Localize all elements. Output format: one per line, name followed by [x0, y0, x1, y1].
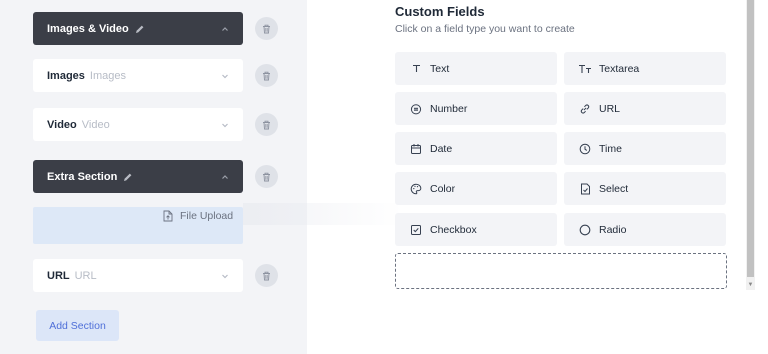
trash-icon: [263, 120, 270, 129]
field-type-label: Date: [430, 142, 453, 155]
field-type-label: Text: [430, 62, 450, 75]
add-section-button[interactable]: Add Section: [36, 310, 119, 341]
field-type-radio[interactable]: Radio: [564, 213, 726, 246]
field-type-url[interactable]: URL: [564, 92, 726, 125]
checkbox-icon: [409, 224, 423, 236]
delete-section-button[interactable]: [255, 165, 278, 188]
trash-icon: [263, 71, 270, 80]
field-type-time[interactable]: Time: [564, 132, 726, 165]
section-header-images[interactable]: Images Images: [33, 59, 243, 92]
section-header-extra-section[interactable]: Extra Section: [33, 160, 243, 193]
field-type-text[interactable]: Text: [395, 52, 557, 85]
delete-section-button[interactable]: [255, 64, 278, 87]
section-header-url[interactable]: URL URL: [33, 259, 243, 292]
field-type-checkbox[interactable]: Checkbox: [395, 213, 557, 246]
clock-icon: [578, 143, 592, 155]
section-title: Images: [47, 69, 85, 82]
delete-section-button[interactable]: [255, 264, 278, 287]
text-icon: [409, 64, 423, 73]
chevron-up-icon[interactable]: [221, 26, 229, 32]
number-icon: [409, 103, 423, 115]
section-title: Extra Section: [47, 170, 118, 183]
custom-fields-subtitle: Click on a field type you want to create: [395, 23, 575, 35]
field-type-color[interactable]: Color: [395, 172, 557, 205]
dragged-field-label: File Upload: [180, 210, 234, 222]
calendar-icon: [409, 143, 423, 155]
select-icon: [578, 183, 592, 195]
field-type-label: Checkbox: [430, 223, 477, 236]
pencil-icon[interactable]: [123, 172, 133, 182]
section-header-images-video[interactable]: Images & Video: [33, 12, 243, 45]
section-subtitle: Video: [81, 118, 110, 131]
field-type-label: Textarea: [599, 62, 640, 75]
chevron-down-icon[interactable]: [221, 122, 229, 128]
chevron-up-icon[interactable]: [221, 174, 229, 180]
trash-icon: [263, 172, 270, 181]
section-title: Video: [47, 118, 77, 131]
dragged-field-file-upload[interactable]: File Upload: [152, 207, 242, 225]
trash-icon: [263, 24, 270, 33]
field-type-label: Select: [599, 182, 629, 195]
section-title: Images & Video: [47, 22, 129, 35]
pencil-icon[interactable]: [135, 24, 145, 34]
scroll-down-arrow-icon[interactable]: ▼: [747, 281, 754, 288]
custom-fields-title: Custom Fields: [395, 4, 485, 19]
section-subtitle: Images: [89, 69, 126, 82]
scrollbar-thumb[interactable]: [747, 0, 754, 277]
field-type-label: URL: [599, 102, 621, 115]
chevron-down-icon[interactable]: [221, 73, 229, 79]
chevron-down-icon[interactable]: [221, 273, 229, 279]
trash-icon: [263, 271, 270, 280]
radio-icon: [578, 224, 592, 236]
field-type-number[interactable]: Number: [395, 92, 557, 125]
field-type-label: Time: [599, 142, 622, 155]
field-type-label: Color: [430, 182, 456, 195]
delete-section-button[interactable]: [255, 113, 278, 136]
field-type-label: Number: [430, 102, 468, 115]
file-upload-icon: [163, 210, 173, 222]
field-type-date[interactable]: Date: [395, 132, 557, 165]
section-subtitle: URL: [74, 269, 97, 282]
section-header-video[interactable]: Video Video: [33, 108, 243, 141]
link-icon: [578, 103, 592, 115]
textarea-icon: [578, 64, 592, 74]
new-field-drop-area[interactable]: [395, 253, 727, 289]
drag-shadow: [243, 203, 403, 225]
field-type-textarea[interactable]: Textarea: [564, 52, 726, 85]
section-title: URL: [47, 269, 70, 282]
delete-section-button[interactable]: [255, 17, 278, 40]
field-type-select[interactable]: Select: [564, 172, 726, 205]
palette-icon: [409, 183, 423, 195]
field-type-label: Radio: [599, 223, 627, 236]
